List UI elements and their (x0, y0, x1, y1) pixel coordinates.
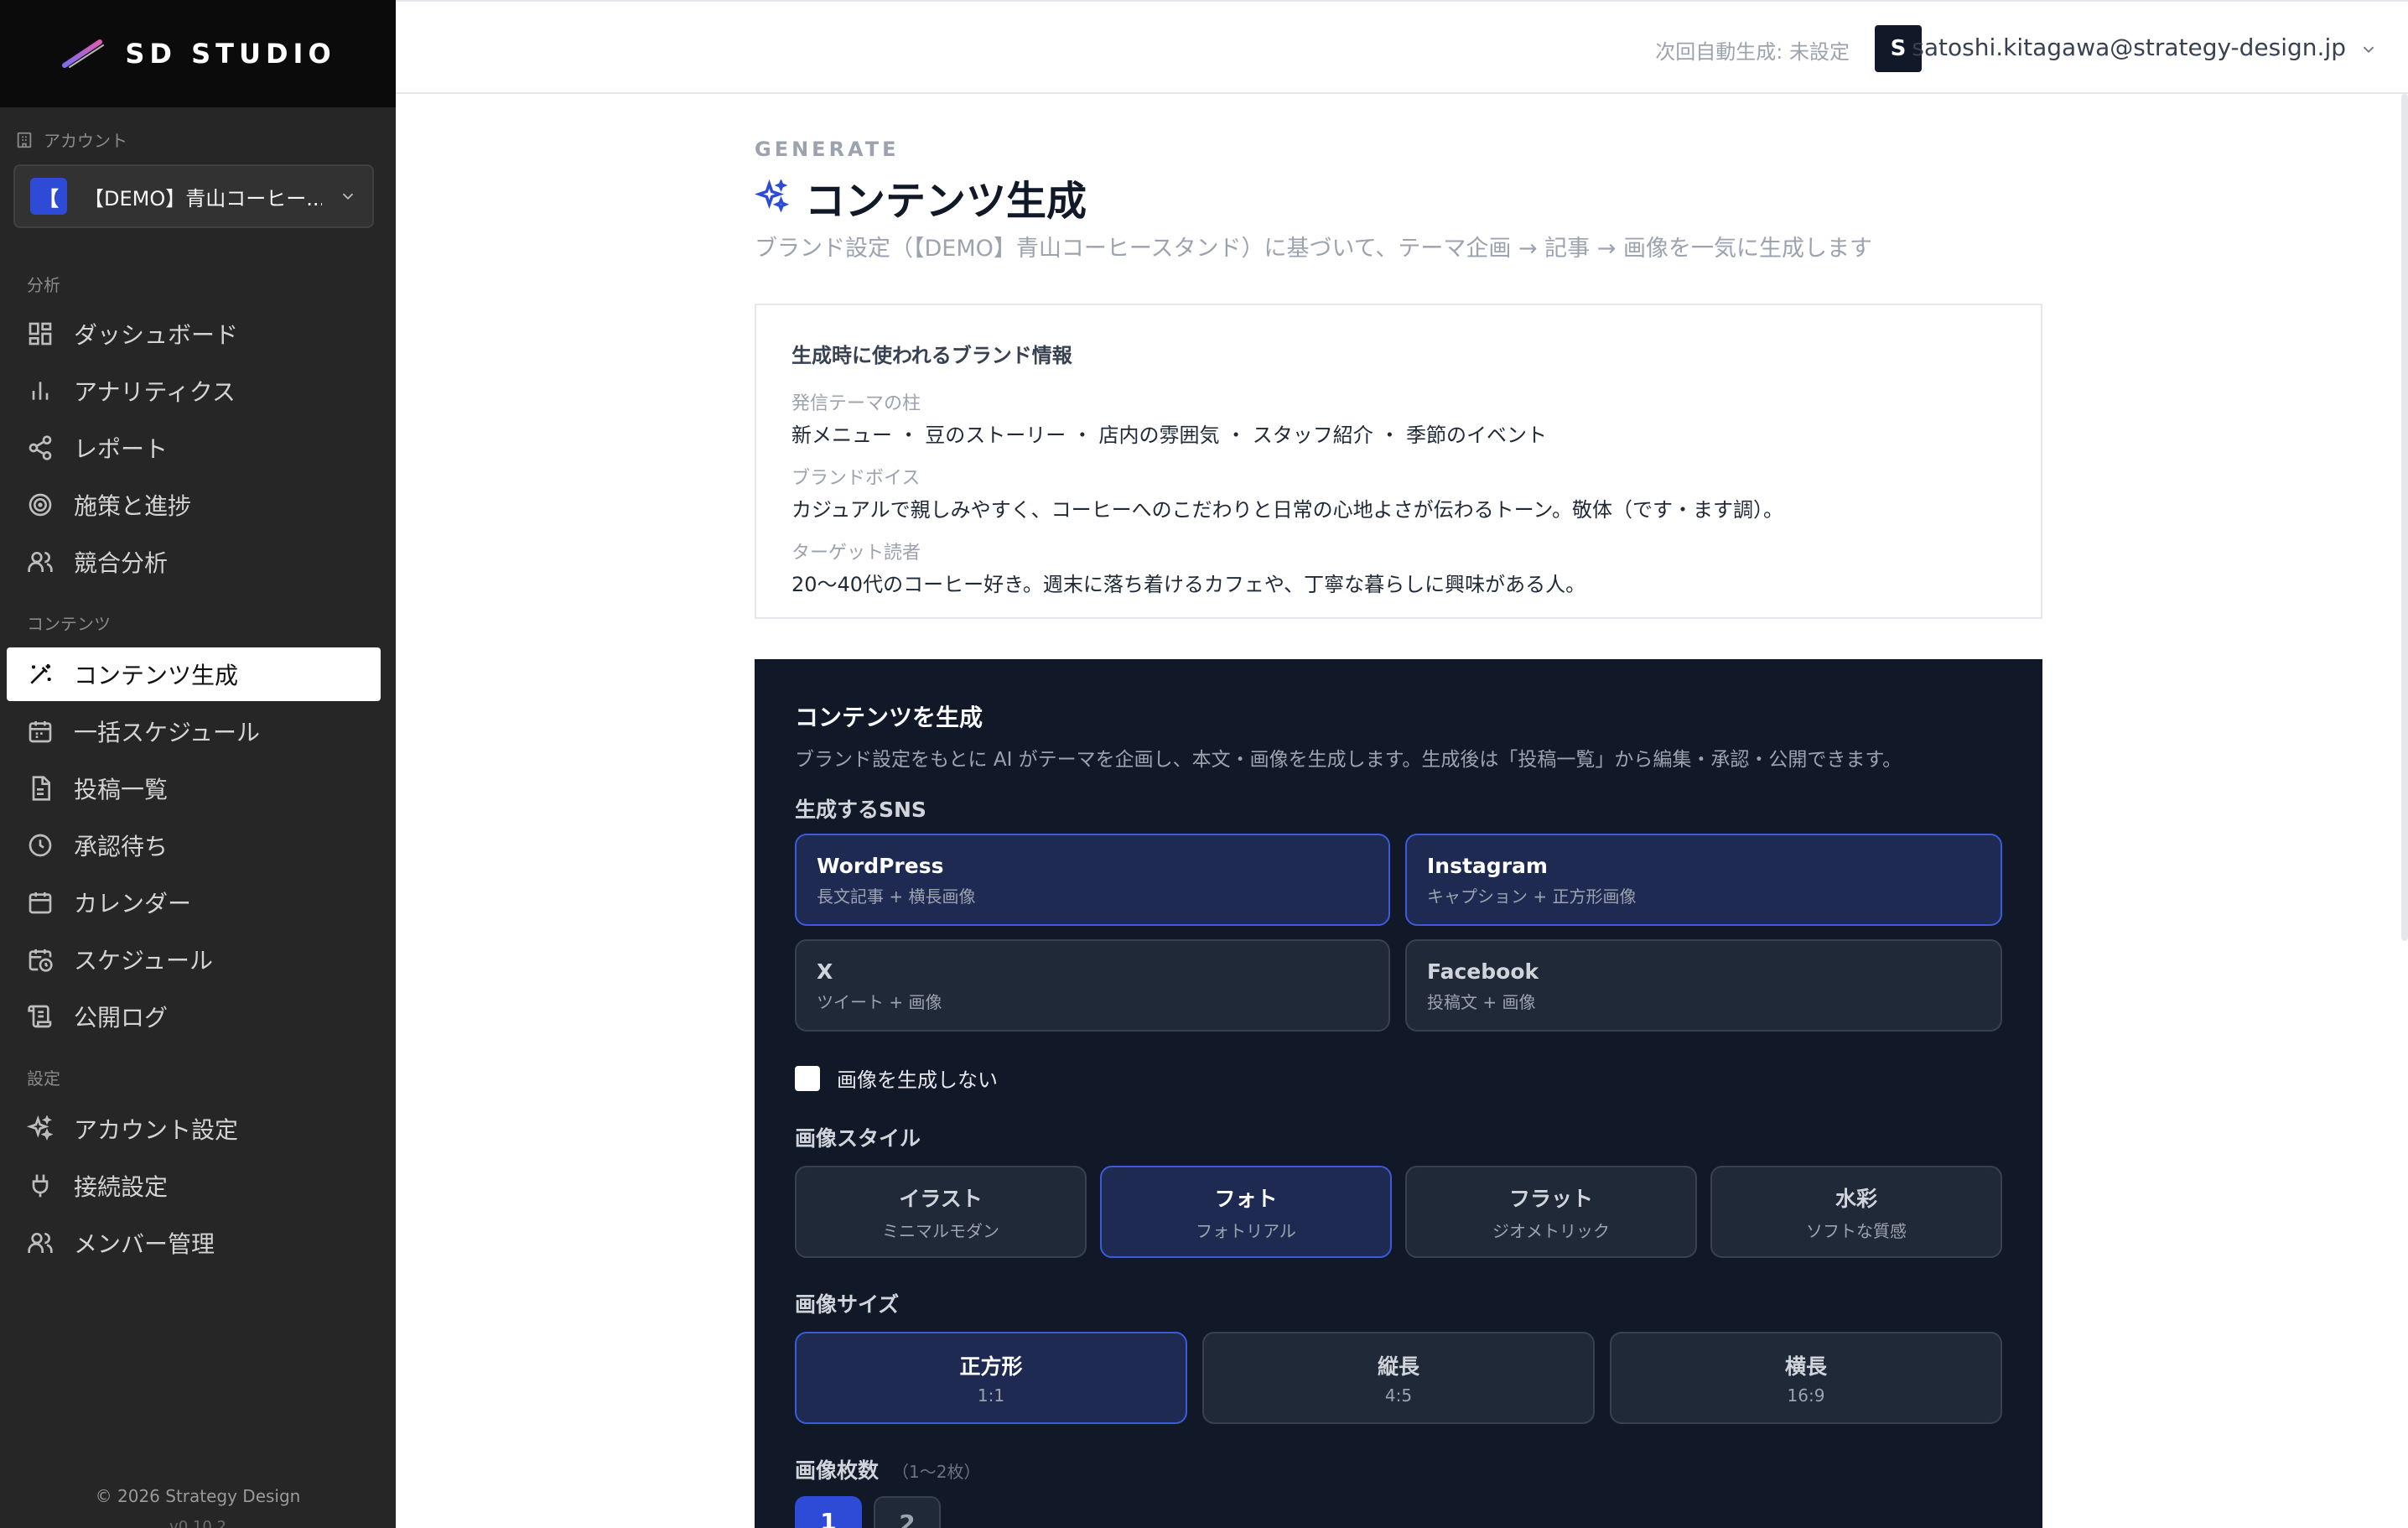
sidebar-item-posts[interactable]: 投稿一覧 (7, 761, 381, 815)
sparkles-icon (27, 1115, 54, 1141)
scroll-icon (28, 1005, 52, 1028)
plug-icon (32, 1174, 49, 1198)
account-name: 【DEMO】青山コーヒー... (84, 186, 322, 210)
sidebar-item-schedule[interactable]: スケジュール (7, 933, 381, 986)
next-auto-generation: 次回自動生成: 未設定 (1655, 40, 1850, 64)
generate-title: コンテンツを生成 (795, 704, 983, 731)
sidebar-item-competitors[interactable]: 競合分析 (7, 535, 381, 589)
generate-description: ブランド設定をもとに AI がテーマを企画し、本文・画像を生成します。生成後は「… (795, 749, 1902, 771)
target-icon (29, 493, 52, 517)
sidebar-item-content-generation[interactable]: コンテンツ生成 (7, 647, 381, 701)
copyright: © 2026 Strategy Design (95, 1486, 301, 1506)
brand-info-heading: 生成時に使われるブランド情報 (791, 344, 1072, 367)
users-icon (28, 1233, 53, 1253)
scrollbar[interactable] (2401, 94, 2408, 941)
image-count-2-button[interactable]: 2 (874, 1496, 941, 1528)
magic-wand-icon (30, 664, 51, 684)
sidebar-item-dashboard[interactable]: ダッシュボード (7, 307, 381, 361)
sidebar-item-report[interactable]: レポート (7, 421, 381, 475)
calendar-icon (29, 892, 52, 914)
pillars-value: 新メニュー ・ 豆のストーリー ・ 店内の雰囲気 ・ スタッフ紹介 ・ 季節のイ… (791, 424, 1548, 447)
account-section-label: アカウント (15, 127, 127, 152)
no-image-option[interactable]: 画像を生成しない (795, 1063, 998, 1093)
section-label-settings: 設定 (27, 1068, 60, 1089)
sns-option-instagram[interactable]: Instagram キャプション + 正方形画像 (1405, 834, 2002, 926)
style-option-watercolor[interactable]: 水彩 ソフトな質感 (1710, 1166, 2002, 1258)
brand-logo-icon (62, 39, 105, 68)
sidebar-item-members[interactable]: メンバー管理 (7, 1216, 381, 1270)
document-icon (32, 776, 50, 801)
version: v0.10.2 (169, 1518, 226, 1528)
image-count-note: （1〜2枚） (892, 1462, 981, 1482)
sidebar-item-account-settings[interactable]: アカウント設定 (7, 1102, 381, 1156)
audience-label: ターゲット読者 (791, 543, 921, 564)
sns-option-x[interactable]: X ツイート + 画像 (795, 939, 1390, 1032)
sidebar-item-pending-approval[interactable]: 承認待ち (7, 819, 381, 872)
voice-value: カジュアルで親しみやすく、コーヒーへのこだわりと日常の心地よさが伝わるトーン。敬… (791, 498, 1783, 522)
calendar-clock-icon (29, 949, 53, 972)
sidebar-item-analytics[interactable]: アナリティクス (7, 364, 381, 418)
sparkles-icon (755, 179, 790, 213)
sns-option-facebook[interactable]: Facebook 投稿文 + 画像 (1405, 939, 2002, 1032)
brand-info-card: 生成時に使われるブランド情報 発信テーマの柱 新メニュー ・ 豆のストーリー ・… (755, 304, 2042, 619)
size-option-landscape[interactable]: 横長 16:9 (1610, 1332, 2002, 1424)
account-badge: 【 (30, 178, 67, 215)
image-count-1-button[interactable]: 1 (795, 1496, 862, 1528)
page-title-row: コンテンツ生成 (755, 168, 1087, 226)
page-subtitle: ブランド設定（【DEMO】青山コーヒースタンド）に基づいて、テーマ企画 → 記事… (755, 236, 1872, 262)
image-size-label: 画像サイズ (795, 1292, 900, 1317)
user-email[interactable]: satoshi.kitagawa@strategy-design.jp (1912, 34, 2346, 61)
bar-chart-icon (32, 382, 49, 400)
image-count-label: 画像枚数 （1〜2枚） (795, 1458, 981, 1483)
grid-icon (29, 322, 52, 346)
sidebar-item-initiatives[interactable]: 施策と進捗 (7, 478, 381, 532)
size-option-square[interactable]: 正方形 1:1 (795, 1332, 1187, 1424)
page-title: コンテンツ生成 (805, 178, 1087, 225)
share-icon (29, 435, 52, 460)
sidebar: SD STUDIO アカウント 【 【DEMO】青山コーヒー... 分析 ダッシ… (0, 0, 396, 1528)
style-option-photo[interactable]: フォト フォトリアル (1100, 1166, 1392, 1258)
building-icon (17, 132, 32, 148)
page-eyebrow: GENERATE (755, 138, 900, 161)
size-option-portrait[interactable]: 縦長 4:5 (1202, 1332, 1595, 1424)
clock-icon (29, 834, 52, 857)
chevron-down-icon (342, 193, 354, 200)
voice-label: ブランドボイス (791, 468, 921, 489)
account-select[interactable]: 【 【DEMO】青山コーヒー... (13, 164, 374, 228)
section-label-analysis: 分析 (27, 275, 60, 295)
calendar-icon (29, 721, 52, 743)
section-label-content: コンテンツ (27, 614, 111, 634)
sidebar-item-calendar[interactable]: カレンダー (7, 876, 381, 929)
topbar: 次回自動生成: 未設定 S satoshi.kitagawa@strategy-… (396, 0, 2408, 94)
no-image-checkbox[interactable] (795, 1065, 820, 1091)
brand-name: SD STUDIO (125, 38, 336, 70)
audience-value: 20〜40代のコーヒー好き。週末に落ち着けるカフェや、丁寧な暮らしに興味がある人… (791, 573, 1586, 596)
generate-panel: コンテンツを生成 ブランド設定をもとに AI がテーマを企画し、本文・画像を生成… (755, 659, 2042, 1528)
sns-option-wordpress[interactable]: WordPress 長文記事 + 横長画像 (795, 834, 1390, 926)
sidebar-item-connections[interactable]: 接続設定 (7, 1159, 381, 1213)
image-style-label: 画像スタイル (795, 1126, 921, 1151)
sns-label: 生成するSNS (795, 798, 926, 822)
sidebar-item-bulk-schedule[interactable]: 一括スケジュール (7, 704, 381, 758)
brand-header[interactable]: SD STUDIO (0, 0, 396, 107)
sidebar-item-publish-log[interactable]: 公開ログ (7, 990, 381, 1043)
pillars-label: 発信テーマの柱 (791, 393, 921, 414)
chevron-down-icon[interactable] (2359, 40, 2378, 59)
users-icon (28, 552, 53, 572)
style-option-flat[interactable]: フラット ジオメトリック (1405, 1166, 1697, 1258)
style-option-illust[interactable]: イラスト ミニマルモダン (795, 1166, 1087, 1258)
